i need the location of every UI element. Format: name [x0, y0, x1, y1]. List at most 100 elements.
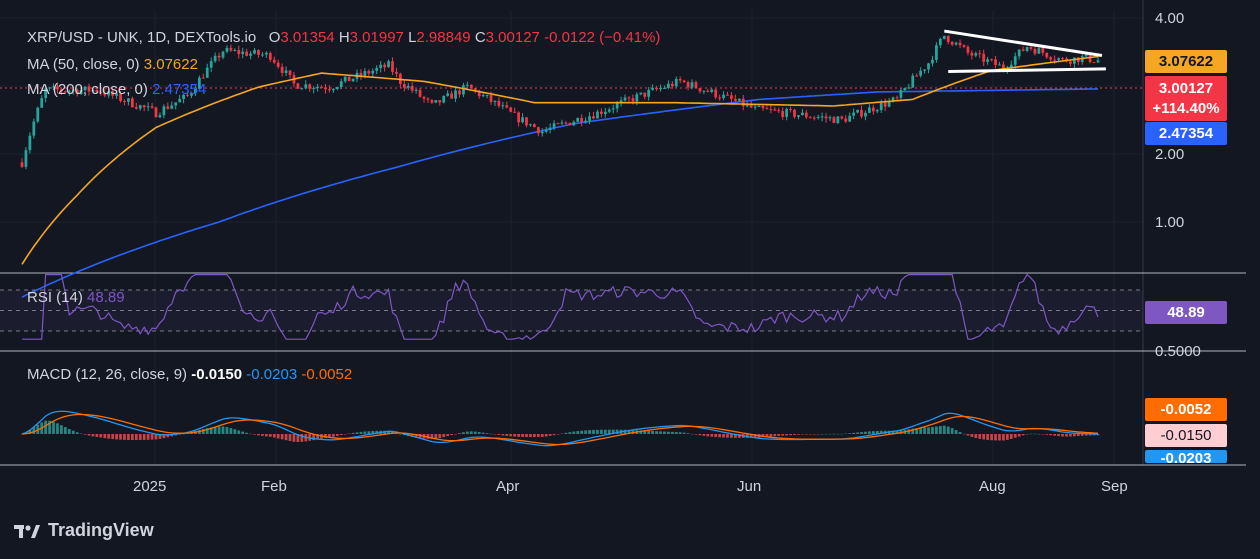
- x-label-sep: Sep: [1101, 478, 1128, 495]
- candle: [138, 104, 142, 111]
- x-label-apr: Apr: [496, 478, 520, 495]
- x-label-aug: Aug: [979, 478, 1006, 495]
- macd-histogram-bar: [848, 433, 852, 434]
- macd-histogram-bar: [442, 434, 446, 438]
- macd-histogram-bar: [288, 434, 292, 442]
- macd-histogram-bar: [1069, 434, 1072, 437]
- macd-histogram-bar: [1049, 434, 1053, 436]
- candle: [741, 94, 745, 111]
- candle: [1017, 49, 1021, 60]
- candle: [458, 88, 461, 98]
- candle: [430, 99, 434, 105]
- candle: [1025, 46, 1029, 53]
- candle: [722, 91, 725, 101]
- candle: [497, 97, 501, 108]
- macd-hist-value: -0.0150: [191, 366, 243, 383]
- tradingview-brand[interactable]: TradingView: [14, 520, 154, 541]
- candle: [343, 76, 347, 84]
- macd-histogram-bar: [111, 434, 115, 440]
- macd-histogram-bar: [686, 433, 690, 434]
- candle: [702, 90, 706, 95]
- macd-histogram-bar: [284, 434, 288, 441]
- macd-histogram-bar: [982, 434, 986, 440]
- candle: [730, 92, 733, 103]
- macd-histogram-bar: [485, 433, 489, 434]
- macd-histogram-bar: [852, 432, 856, 434]
- candle: [525, 117, 528, 128]
- candle: [359, 69, 363, 80]
- candle: [875, 108, 879, 114]
- macd-histogram-bar: [87, 434, 91, 436]
- macd-layer: [20, 410, 1100, 447]
- macd-histogram-bar: [868, 431, 871, 434]
- close-price-tag: 3.00127 +114.40%: [1145, 76, 1227, 121]
- candle: [785, 107, 789, 121]
- macd-histogram-bar: [544, 434, 548, 437]
- candle: [158, 112, 162, 119]
- candle: [950, 41, 954, 47]
- macd-histogram-bar: [83, 434, 87, 435]
- macd-histogram-bar: [343, 434, 347, 435]
- candle: [418, 88, 422, 98]
- macd-histogram-bar: [998, 434, 1001, 441]
- macd-histogram-bar: [398, 433, 402, 435]
- candle: [225, 45, 229, 54]
- candle: [966, 45, 970, 56]
- macd-histogram-bar: [233, 429, 237, 434]
- candle: [493, 100, 497, 106]
- macd-histogram-bar: [351, 432, 355, 434]
- candle: [395, 67, 398, 78]
- low-value: 2.98849: [416, 29, 471, 46]
- macd-histogram-bar: [828, 433, 832, 435]
- candle: [694, 80, 698, 89]
- macd-histogram-bar: [935, 426, 938, 434]
- candle: [603, 108, 607, 118]
- candle: [1061, 56, 1064, 61]
- macd-histogram-bar: [655, 431, 658, 434]
- candle: [998, 61, 1001, 66]
- macd-histogram-bar: [103, 434, 107, 439]
- ma200-line: [21, 88, 1099, 298]
- candle: [623, 94, 627, 102]
- macd-histogram-bar: [331, 434, 335, 437]
- candle: [426, 97, 430, 103]
- open-label: O: [268, 29, 281, 46]
- macd-histogram-bar: [280, 434, 284, 440]
- candle: [36, 106, 40, 124]
- macd-histogram-bar: [501, 434, 505, 436]
- candle: [174, 102, 178, 110]
- macd-histogram-bar: [123, 434, 126, 440]
- macd-histogram-bar: [678, 432, 682, 434]
- macd-histogram-bar: [264, 434, 268, 437]
- macd-line-value: -0.0203: [246, 366, 298, 383]
- macd-histogram-bar: [576, 431, 580, 434]
- candle: [895, 95, 899, 100]
- macd-histogram-bar: [718, 434, 722, 438]
- candle: [938, 37, 942, 49]
- candle: [871, 104, 875, 115]
- macd-histogram-bar: [533, 434, 536, 438]
- trendline-lower[interactable]: [948, 67, 1106, 74]
- x-label-2025: 2025: [133, 478, 167, 495]
- candle: [134, 102, 138, 110]
- macd-histogram-bar: [1033, 433, 1037, 435]
- candle: [462, 82, 465, 98]
- ma50-value: 3.07622: [143, 56, 198, 73]
- macd-histogram-bar: [663, 431, 666, 434]
- macd-histogram-bar: [71, 430, 75, 434]
- candle: [714, 88, 718, 100]
- macd-histogram-bar: [694, 434, 698, 435]
- macd-histogram-bar: [540, 434, 544, 437]
- candle: [667, 80, 670, 90]
- candle: [643, 92, 647, 100]
- candle: [257, 49, 260, 58]
- macd-histogram-bar: [860, 432, 863, 434]
- candle: [123, 99, 126, 106]
- candle: [986, 56, 990, 65]
- candle: [485, 94, 489, 99]
- macd-histogram-bar: [1017, 434, 1021, 437]
- candle: [438, 99, 442, 106]
- close-price-tag-value: 3.00127: [1158, 79, 1214, 97]
- candle: [127, 98, 130, 106]
- candle: [726, 91, 729, 96]
